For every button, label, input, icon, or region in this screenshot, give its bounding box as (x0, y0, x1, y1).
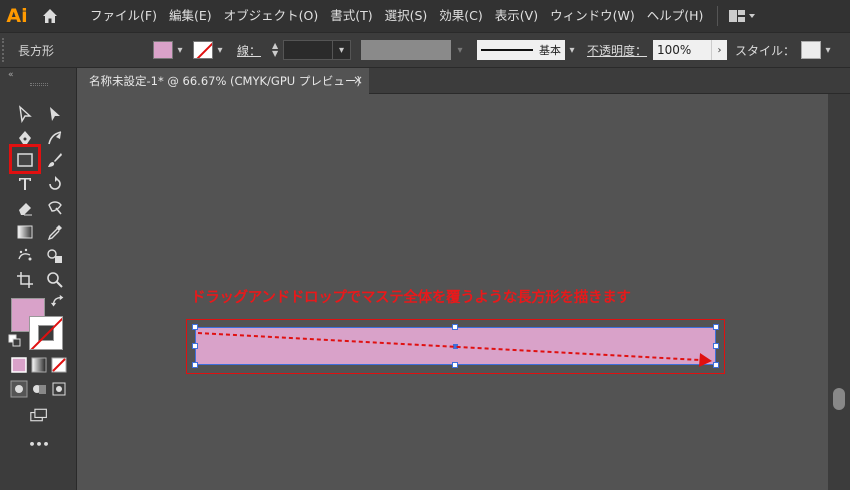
brush-dropdown-icon[interactable]: ▾ (565, 41, 579, 59)
gradient-tool-icon[interactable] (13, 220, 37, 244)
handle-middle-left[interactable] (192, 343, 198, 349)
handle-bottom-center[interactable] (452, 362, 458, 368)
scrollbar-thumb[interactable] (833, 388, 845, 410)
zoom-tool-icon[interactable] (43, 268, 67, 292)
home-icon[interactable] (34, 0, 66, 32)
more-tools-icon[interactable]: ••• (27, 436, 51, 452)
tools-panel: « ••• (0, 68, 77, 490)
document-tab[interactable]: 名称未設定-1* @ 66.67% (CMYK/GPU プレビュー) × (77, 68, 369, 94)
draw-behind-icon[interactable] (30, 380, 48, 398)
menu-view[interactable]: 表示(V) (489, 0, 544, 32)
handle-middle-right[interactable] (713, 343, 719, 349)
screen-mode-icon[interactable] (28, 404, 50, 426)
selection-tool-icon[interactable] (13, 102, 37, 126)
type-tool-icon[interactable] (13, 172, 37, 196)
draw-normal-icon[interactable] (10, 380, 28, 398)
workspace-switcher-icon[interactable] (726, 0, 760, 32)
menu-window[interactable]: ウィンドウ(W) (544, 0, 641, 32)
document-tab-title: 名称未設定-1* @ 66.67% (CMYK/GPU プレビュー) (89, 74, 361, 88)
menu-object[interactable]: オブジェクト(O) (218, 0, 325, 32)
menu-effect[interactable]: 効果(C) (433, 0, 488, 32)
eyedropper-tool-icon[interactable] (43, 220, 67, 244)
stroke-dropdown-icon[interactable]: ▾ (213, 41, 227, 59)
menu-select[interactable]: 選択(S) (379, 0, 434, 32)
stroke-line-preview (481, 49, 534, 51)
brush-definition[interactable]: 基本 (477, 40, 566, 60)
curvature-tool-icon[interactable] (43, 126, 67, 150)
paintbrush-tool-icon[interactable] (43, 148, 67, 172)
rotate-tool-icon[interactable] (43, 172, 67, 196)
none-mode-icon[interactable] (50, 356, 68, 374)
stroke-color-box[interactable] (29, 316, 63, 350)
stroke-weight-dropdown-icon[interactable]: ▾ (333, 40, 352, 60)
menu-type[interactable]: 書式(T) (324, 0, 378, 32)
eraser-tool-icon[interactable] (13, 196, 37, 220)
menu-edit[interactable]: 編集(E) (163, 0, 218, 32)
document-tab-bar: 名称未設定-1* @ 66.67% (CMYK/GPU プレビュー) × (77, 68, 850, 94)
variable-width-dropdown-icon[interactable]: ▾ (451, 40, 469, 60)
gradient-mode-icon[interactable] (30, 356, 48, 374)
menu-help[interactable]: ヘルプ(H) (641, 0, 710, 32)
stroke-weight-spinner-icon[interactable]: ▲ ▼ (267, 40, 283, 60)
illustrator-logo: Ai (6, 5, 28, 27)
vertical-scrollbar[interactable] (828, 94, 850, 490)
artboard-tool-icon[interactable] (13, 268, 37, 292)
default-fill-stroke-icon[interactable] (8, 334, 22, 348)
puppet-warp-tool-icon[interactable] (43, 196, 67, 220)
selected-object-label: 長方形 (18, 43, 55, 58)
symbol-sprayer-tool-icon[interactable] (13, 244, 37, 268)
blend-tool-icon[interactable] (43, 244, 67, 268)
stroke-weight-label[interactable]: 線： (237, 42, 261, 59)
graphic-style-swatch[interactable] (801, 41, 822, 59)
fill-color-swatch[interactable] (153, 41, 173, 59)
menu-file[interactable]: ファイル(F) (84, 0, 163, 32)
center-point (453, 344, 458, 349)
graphic-style-dropdown-icon[interactable]: ▾ (821, 41, 835, 59)
handle-bottom-left[interactable] (192, 362, 198, 368)
menu-bar: Ai ファイル(F) 編集(E) オブジェクト(O) 書式(T) 選択(S) 効… (0, 0, 850, 32)
close-tab-icon[interactable]: × (353, 73, 363, 87)
menu-divider (717, 6, 719, 26)
fill-dropdown-icon[interactable]: ▾ (173, 41, 187, 59)
control-bar: 長方形 ▾ ▾ 線： ▲ ▼ ▾ ▾ 基本 ▾ 不透明度： 100% › スタイル… (0, 32, 850, 68)
direct-selection-tool-icon[interactable] (43, 102, 67, 126)
brush-definition-label: 基本 (539, 44, 562, 57)
tools-panel-grip[interactable] (30, 83, 48, 86)
stroke-color-swatch[interactable] (193, 41, 213, 59)
opacity-input[interactable]: 100% (653, 40, 712, 60)
handle-bottom-right[interactable] (713, 362, 719, 368)
color-mode-icon[interactable] (10, 356, 28, 374)
variable-width-profile[interactable] (361, 40, 452, 60)
style-label: スタイル： (735, 43, 796, 58)
rectangle-tool-icon[interactable] (13, 148, 37, 172)
stroke-color-box-inner (38, 325, 54, 341)
draw-inside-icon[interactable] (50, 380, 68, 398)
stroke-weight-input[interactable] (283, 40, 334, 60)
handle-top-left[interactable] (192, 324, 198, 330)
opacity-arrow-icon[interactable]: › (711, 40, 728, 60)
handle-top-right[interactable] (713, 324, 719, 330)
swap-fill-stroke-icon[interactable] (50, 294, 66, 310)
instruction-annotation: ドラッグアンドドロップでマステ全体を覆うような長方形を描きます (191, 290, 631, 306)
opacity-label[interactable]: 不透明度： (587, 42, 647, 59)
collapse-panel-icon[interactable]: « (8, 70, 14, 80)
handle-top-center[interactable] (452, 324, 458, 330)
